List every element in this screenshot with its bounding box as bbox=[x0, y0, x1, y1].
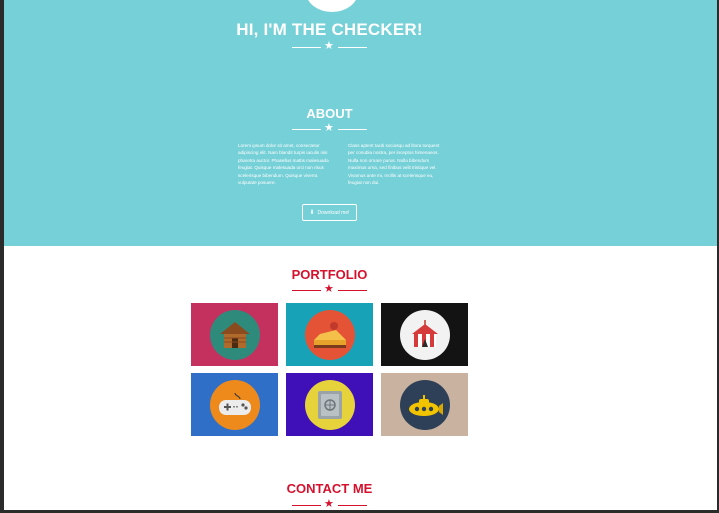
divider-line-left bbox=[292, 290, 321, 291]
divider-line-left bbox=[292, 129, 321, 130]
portfolio-tile-submarine[interactable] bbox=[381, 373, 468, 436]
header-section: HI, I'M THE CHECKER! ★ ABOUT ★ Lorem ips… bbox=[4, 0, 717, 246]
star-icon: ★ bbox=[324, 498, 334, 510]
download-button-label: Download me! bbox=[317, 209, 350, 216]
divider-line-right bbox=[338, 505, 367, 506]
portfolio-tile-cabin[interactable] bbox=[191, 303, 278, 366]
star-icon: ★ bbox=[324, 40, 334, 52]
download-icon: ⬇ bbox=[309, 210, 315, 216]
about-divider: ★ bbox=[292, 122, 367, 136]
avatar bbox=[306, 0, 358, 12]
portfolio-divider: ★ bbox=[292, 283, 367, 297]
star-icon: ★ bbox=[324, 122, 334, 134]
divider-line-right bbox=[338, 290, 367, 291]
submarine-icon bbox=[399, 379, 450, 430]
portfolio-title: PORTFOLIO bbox=[291, 267, 368, 282]
hero-divider: ★ bbox=[292, 40, 367, 54]
download-button[interactable]: ⬇ Download me! bbox=[302, 204, 357, 221]
contact-divider: ★ bbox=[292, 498, 367, 510]
portfolio-tile-safe[interactable] bbox=[286, 373, 373, 436]
about-title: ABOUT bbox=[306, 106, 353, 121]
hero-title: HI, I'M THE CHECKER! bbox=[236, 20, 423, 39]
portfolio-tile-game-controller[interactable] bbox=[191, 373, 278, 436]
cake-icon bbox=[304, 309, 355, 360]
about-text-left: Lorem ipsum dolor sit amet, consectetur … bbox=[238, 143, 329, 186]
contact-title: CONTACT ME bbox=[286, 481, 373, 496]
portfolio-tile-circus[interactable] bbox=[381, 303, 468, 366]
portfolio-tile-cake[interactable] bbox=[286, 303, 373, 366]
cabin-icon bbox=[209, 309, 260, 360]
star-icon: ★ bbox=[324, 283, 334, 295]
divider-line-left bbox=[292, 505, 321, 506]
circus-tent-icon bbox=[399, 309, 450, 360]
divider-line-left bbox=[292, 47, 321, 48]
divider-line-right bbox=[338, 47, 367, 48]
about-text-right: Class aptent taciti sociosqu ad litora t… bbox=[348, 143, 440, 186]
safe-icon bbox=[304, 379, 355, 430]
divider-line-right bbox=[338, 129, 367, 130]
page-frame: HI, I'M THE CHECKER! ★ ABOUT ★ Lorem ips… bbox=[4, 0, 717, 510]
game-controller-icon bbox=[209, 379, 260, 430]
